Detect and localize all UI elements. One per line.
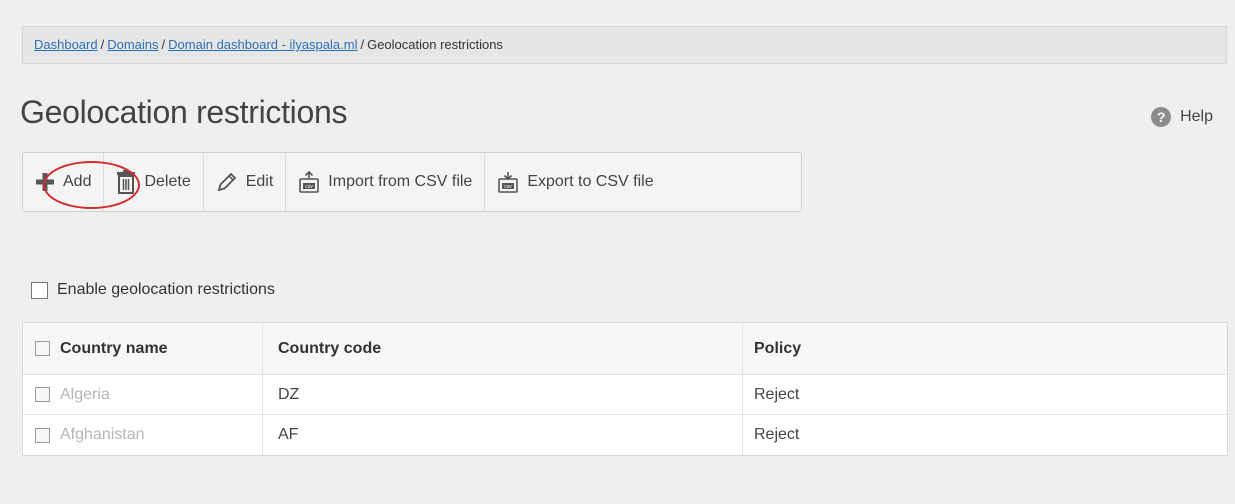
country-name-cell: Afghanistan [23,415,263,455]
breadcrumb-separator: / [360,37,365,52]
column-label: Country name [60,339,168,357]
plus-icon [35,172,55,192]
table-row[interactable]: Afghanistan AF Reject [23,415,1227,455]
column-label: Country code [278,339,382,357]
enable-geolocation-label: Enable geolocation restrictions [57,281,275,298]
help-icon: ? [1151,107,1172,127]
breadcrumb-link-domain-dashboard[interactable]: Domain dashboard - ilyaspala.ml [168,37,357,52]
help-label: Help [1180,108,1213,125]
trash-icon [116,170,136,194]
header-country-code[interactable]: Country code [263,323,743,374]
policy-cell: Reject [754,385,800,403]
breadcrumb-current: Geolocation restrictions [367,37,503,52]
breadcrumb-separator: / [161,37,166,52]
pencil-icon [216,171,238,193]
import-csv-button[interactable]: csv Import from CSV file [286,153,486,211]
row-checkbox[interactable] [35,387,50,402]
svg-text:csv: csv [505,184,513,190]
column-label: Policy [754,339,802,357]
export-csv-icon: csv [497,171,519,193]
country-name-cell: Algeria [23,375,263,414]
add-button[interactable]: Add [23,153,105,211]
delete-button[interactable]: Delete [104,153,204,211]
select-all-checkbox[interactable] [35,341,50,356]
header-policy[interactable]: Policy [743,323,1227,374]
row-checkbox[interactable] [35,427,50,443]
export-label: Export to CSV file [527,173,654,190]
page-title: Geolocation restrictions [20,94,348,130]
add-label: Add [63,173,92,190]
export-csv-button[interactable]: csv Export to CSV file [485,153,665,211]
import-csv-icon: csv [298,171,320,193]
country-code-cell: DZ [263,375,743,414]
breadcrumb-separator: / [100,37,105,52]
toolbar: Add Delete Edit csv Import from CSV file… [22,152,802,212]
breadcrumb-link-dashboard[interactable]: Dashboard [34,37,98,52]
country-name: Algeria [60,385,110,403]
delete-label: Delete [144,173,191,190]
policy-cell: Reject [754,426,800,443]
import-label: Import from CSV file [328,173,473,190]
help-link[interactable]: ? Help [1151,107,1213,127]
country-code-cell: AF [263,415,743,455]
enable-geolocation-checkbox[interactable] [31,281,48,299]
country-name: Afghanistan [60,426,145,443]
enable-geolocation-toggle[interactable]: Enable geolocation restrictions [31,281,275,299]
page: Dashboard / Domains / Domain dashboard - ily… [0,0,1235,504]
header-country-name: Country name [23,323,263,374]
table-header-row: Country name Country code Policy [23,323,1227,375]
restrictions-table: Country name Country code Policy Algeria… [22,322,1228,456]
table-row[interactable]: Algeria DZ Reject [23,375,1227,415]
breadcrumb: Dashboard / Domains / Domain dashboard - ily… [22,26,1227,64]
edit-label: Edit [245,173,274,190]
svg-text:csv: csv [306,184,314,190]
edit-button[interactable]: Edit [204,153,287,211]
breadcrumb-link-domains[interactable]: Domains [107,37,158,52]
